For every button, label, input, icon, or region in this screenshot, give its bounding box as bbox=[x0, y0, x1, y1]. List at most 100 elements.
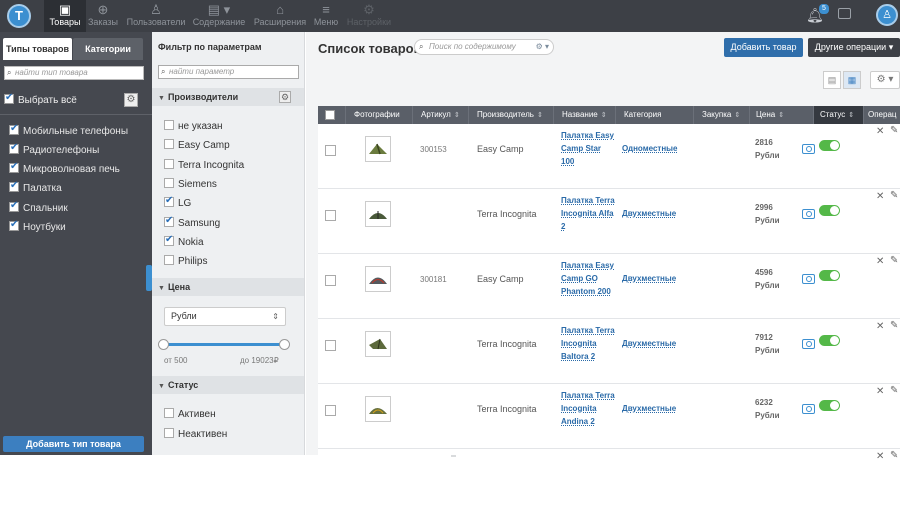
col-price[interactable]: Цена ⇕ bbox=[750, 106, 814, 124]
row-checkbox[interactable] bbox=[325, 405, 336, 416]
nav-menu[interactable]: ≡ Меню bbox=[312, 0, 340, 32]
tab-product-types[interactable]: Типы товаров bbox=[3, 38, 72, 60]
chat-icon[interactable] bbox=[838, 8, 851, 19]
product-photo[interactable] bbox=[365, 266, 391, 292]
manufacturer-option[interactable]: Siemens bbox=[164, 178, 217, 190]
type-item[interactable]: Радиотелефоны bbox=[9, 142, 99, 156]
product-name-link[interactable]: Палатка Easy Camp Star 100 bbox=[561, 129, 615, 168]
category-link[interactable]: Двухместные bbox=[622, 404, 676, 413]
close-icon[interactable]: ✕ bbox=[876, 126, 884, 137]
manufacturer-option[interactable]: не указан bbox=[164, 120, 223, 132]
table-row[interactable]: ✕ ✎ bbox=[318, 449, 900, 514]
col-category[interactable]: Категория bbox=[616, 106, 694, 124]
gear-icon[interactable]: ⚙ bbox=[124, 93, 138, 107]
camera-icon[interactable] bbox=[802, 209, 815, 219]
status-toggle[interactable] bbox=[819, 335, 840, 346]
other-operations-button[interactable]: Другие операции ▾ bbox=[808, 38, 900, 57]
nav-users[interactable]: ♙ Пользователи bbox=[124, 0, 188, 32]
product-photo[interactable] bbox=[365, 396, 391, 422]
col-photos[interactable]: Фотографии bbox=[346, 106, 413, 124]
pencil-icon[interactable]: ✎ bbox=[890, 255, 898, 266]
tab-categories[interactable]: Категории bbox=[73, 38, 143, 60]
nav-products[interactable]: ▣ Товары bbox=[44, 0, 86, 32]
product-name-link[interactable]: Палатка Terra Incognita Baltora 2 bbox=[561, 324, 615, 363]
manufacturer-option[interactable]: Philips bbox=[164, 255, 207, 267]
checkbox[interactable] bbox=[4, 92, 14, 104]
manufacturer-option[interactable]: LG bbox=[164, 195, 191, 209]
table-row[interactable]: ✕ ✎ Terra Incognita Палатка Terra Incogni… bbox=[318, 319, 900, 384]
price-section-header[interactable]: ▼ Цена bbox=[152, 278, 304, 296]
manufacturer-option[interactable]: Nokia bbox=[164, 234, 204, 248]
col-purchase[interactable]: Закупка ⇕ bbox=[694, 106, 750, 124]
nav-settings[interactable]: ⚙ Настройки bbox=[346, 0, 392, 32]
type-item[interactable]: Мобильные телефоны bbox=[9, 123, 128, 137]
status-toggle[interactable] bbox=[819, 270, 840, 281]
close-icon[interactable]: ✕ bbox=[876, 191, 884, 202]
product-name-link[interactable]: Палатка Easy Camp GO Phantom 200 bbox=[561, 259, 615, 298]
slider-max-handle[interactable] bbox=[279, 339, 290, 350]
manufacturer-option[interactable]: Terra Incognita bbox=[164, 159, 244, 171]
close-icon[interactable]: ✕ bbox=[876, 321, 884, 332]
select-all-rows[interactable] bbox=[318, 106, 346, 124]
table-row[interactable]: ✕ ✎ 300153 Easy Camp Палатка Easy Camp St… bbox=[318, 124, 900, 189]
type-item[interactable]: Спальник bbox=[9, 200, 68, 214]
close-icon[interactable]: ✕ bbox=[876, 451, 884, 462]
category-link[interactable]: Двухместные bbox=[622, 209, 676, 218]
nav-content[interactable]: ▤ ▾ Содержание bbox=[192, 0, 246, 32]
product-photo[interactable] bbox=[365, 136, 391, 162]
price-range-slider[interactable] bbox=[164, 343, 286, 346]
nav-orders[interactable]: ⊕ Заказы bbox=[86, 0, 120, 32]
manufacturer-option[interactable]: Samsung bbox=[164, 215, 220, 229]
row-checkbox[interactable] bbox=[325, 340, 336, 351]
pencil-icon[interactable]: ✎ bbox=[890, 125, 898, 136]
table-row[interactable]: ✕ ✎ Terra Incognita Палатка Terra Incogni… bbox=[318, 189, 900, 254]
list-view-icon[interactable]: ▤ bbox=[823, 71, 841, 89]
manufacturers-section-header[interactable]: ▼ Производители ⚙ bbox=[152, 88, 304, 106]
pencil-icon[interactable]: ✎ bbox=[890, 385, 898, 396]
type-search-input[interactable]: найти тип товара bbox=[4, 66, 144, 80]
type-item[interactable]: Палатка bbox=[9, 180, 62, 194]
product-name-link[interactable]: Палатка Terra Incognita Alfa 2 bbox=[561, 194, 615, 233]
type-item[interactable]: Микроволновая печь bbox=[9, 161, 120, 175]
row-checkbox[interactable] bbox=[325, 275, 336, 286]
parameter-search-input[interactable]: найти параметр bbox=[158, 65, 299, 79]
close-icon[interactable]: ✕ bbox=[876, 256, 884, 267]
pencil-icon[interactable]: ✎ bbox=[890, 190, 898, 201]
add-product-button[interactable]: Добавить товар bbox=[724, 38, 803, 57]
camera-icon[interactable] bbox=[802, 144, 815, 154]
status-toggle[interactable] bbox=[819, 140, 840, 151]
pencil-icon[interactable]: ✎ bbox=[890, 320, 898, 331]
status-toggle[interactable] bbox=[819, 205, 840, 216]
status-option[interactable]: Неактивен bbox=[164, 428, 227, 440]
gear-icon[interactable]: ⚙ ▾ bbox=[536, 40, 549, 54]
category-link[interactable]: Одноместные bbox=[622, 144, 677, 153]
col-manufacturer[interactable]: Производитель ⇕ bbox=[469, 106, 554, 124]
manufacturer-option[interactable]: Easy Camp bbox=[164, 139, 230, 151]
gear-icon[interactable]: ⚙ bbox=[279, 91, 291, 103]
close-icon[interactable]: ✕ bbox=[876, 386, 884, 397]
grid-view-icon[interactable]: ▦ bbox=[843, 71, 861, 89]
add-product-type-button[interactable]: Добавить тип товара bbox=[3, 436, 144, 452]
col-name[interactable]: Название ⇕ bbox=[554, 106, 616, 124]
camera-icon[interactable] bbox=[802, 404, 815, 414]
app-logo[interactable]: T bbox=[7, 4, 31, 28]
avatar[interactable]: ♙ bbox=[876, 4, 898, 26]
status-section-header[interactable]: ▼ Статус bbox=[152, 376, 304, 394]
row-checkbox[interactable] bbox=[325, 145, 336, 156]
product-photo[interactable] bbox=[365, 201, 391, 227]
row-checkbox[interactable] bbox=[325, 210, 336, 221]
slider-min-handle[interactable] bbox=[158, 339, 169, 350]
select-all-checkbox[interactable]: Выбрать всё bbox=[4, 92, 77, 106]
type-item[interactable]: Ноутбуки bbox=[9, 219, 66, 233]
camera-icon[interactable] bbox=[802, 339, 815, 349]
settings-gear-button[interactable]: ⚙ ▾ bbox=[870, 71, 900, 89]
table-row[interactable]: ✕ ✎ 300181 Easy Camp Палатка Easy Camp GO… bbox=[318, 254, 900, 319]
table-row[interactable]: ✕ ✎ Terra Incognita Палатка Terra Incogni… bbox=[318, 384, 900, 449]
status-option[interactable]: Активен bbox=[164, 408, 216, 420]
currency-select[interactable]: Рубли ⇕ bbox=[164, 307, 286, 326]
product-name-link[interactable]: Палатка Terra Incognita Andina 2 bbox=[561, 389, 615, 428]
pencil-icon[interactable]: ✎ bbox=[890, 450, 898, 461]
status-toggle[interactable] bbox=[819, 400, 840, 411]
product-photo[interactable] bbox=[365, 331, 391, 357]
nav-extensions[interactable]: ⌂ Расширения bbox=[252, 0, 308, 32]
